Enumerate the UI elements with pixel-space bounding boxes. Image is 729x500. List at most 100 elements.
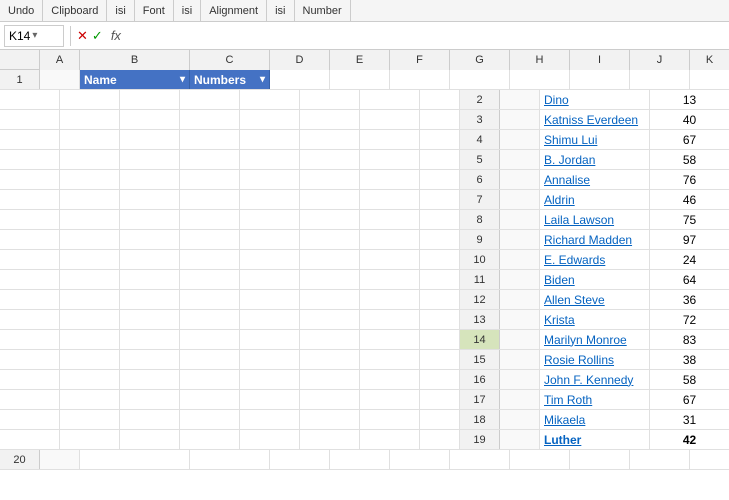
cell-a17[interactable] <box>500 390 540 409</box>
row-header-12[interactable]: 12 <box>460 290 500 309</box>
cell-e6[interactable] <box>60 170 120 189</box>
cell-e3[interactable] <box>60 110 120 129</box>
cell-e12[interactable] <box>60 290 120 309</box>
cell-d14[interactable] <box>0 330 60 349</box>
cell-k19[interactable] <box>420 430 460 449</box>
cell-d2[interactable] <box>0 90 60 109</box>
col-header-j[interactable]: J <box>630 50 690 70</box>
cell-f1[interactable] <box>390 70 450 89</box>
cell-k14[interactable] <box>420 330 460 349</box>
cell-g10[interactable] <box>180 250 240 269</box>
cell-c20[interactable] <box>190 450 270 469</box>
cell-j19[interactable] <box>360 430 420 449</box>
cell-j11[interactable] <box>360 270 420 289</box>
cell-f4[interactable] <box>120 130 180 149</box>
cell-i12[interactable] <box>300 290 360 309</box>
col-header-b[interactable]: B <box>80 50 190 70</box>
cell-k11[interactable] <box>420 270 460 289</box>
cell-c18[interactable]: 31 <box>650 410 729 429</box>
cell-h16[interactable] <box>240 370 300 389</box>
cell-c11[interactable]: 64 <box>650 270 729 289</box>
cell-i1[interactable] <box>570 70 630 89</box>
row-header-9[interactable]: 9 <box>460 230 500 249</box>
cell-f7[interactable] <box>120 190 180 209</box>
cell-c13[interactable]: 72 <box>650 310 729 329</box>
cell-a2[interactable] <box>500 90 540 109</box>
cell-h4[interactable] <box>240 130 300 149</box>
cell-a20[interactable] <box>40 450 80 469</box>
cell-g1[interactable] <box>450 70 510 89</box>
cell-c15[interactable]: 38 <box>650 350 729 369</box>
cell-c1-header[interactable]: Numbers ▾ <box>190 70 270 89</box>
cell-h10[interactable] <box>240 250 300 269</box>
cell-reference-box[interactable]: K14 ▾ <box>4 25 64 47</box>
cell-j5[interactable] <box>360 150 420 169</box>
cell-b4[interactable]: Shimu Lui <box>540 130 650 149</box>
cell-f8[interactable] <box>120 210 180 229</box>
cell-a18[interactable] <box>500 410 540 429</box>
cell-b1-header[interactable]: Name ▾ <box>80 70 190 89</box>
cell-g2[interactable] <box>180 90 240 109</box>
cell-c16[interactable]: 58 <box>650 370 729 389</box>
toolbar-number[interactable]: Number <box>295 0 351 21</box>
cell-e4[interactable] <box>60 130 120 149</box>
row-header-15[interactable]: 15 <box>460 350 500 369</box>
cell-e1[interactable] <box>330 70 390 89</box>
cell-h11[interactable] <box>240 270 300 289</box>
cell-d5[interactable] <box>0 150 60 169</box>
cell-h14[interactable] <box>240 330 300 349</box>
cell-j4[interactable] <box>360 130 420 149</box>
cell-i18[interactable] <box>300 410 360 429</box>
cell-k3[interactable] <box>420 110 460 129</box>
col-header-c[interactable]: C <box>190 50 270 70</box>
cell-k17[interactable] <box>420 390 460 409</box>
cell-a15[interactable] <box>500 350 540 369</box>
cell-b14[interactable]: Marilyn Monroe <box>540 330 650 349</box>
col-header-e[interactable]: E <box>330 50 390 70</box>
toolbar-font[interactable]: Font <box>135 0 174 21</box>
cell-a14[interactable] <box>500 330 540 349</box>
cell-d7[interactable] <box>0 190 60 209</box>
cell-g3[interactable] <box>180 110 240 129</box>
cell-f14[interactable] <box>120 330 180 349</box>
cell-d1[interactable] <box>270 70 330 89</box>
cell-e18[interactable] <box>60 410 120 429</box>
cell-g5[interactable] <box>180 150 240 169</box>
cell-k7[interactable] <box>420 190 460 209</box>
cell-h5[interactable] <box>240 150 300 169</box>
cell-d9[interactable] <box>0 230 60 249</box>
cell-k2[interactable] <box>420 90 460 109</box>
cell-c2[interactable]: 13 <box>650 90 729 109</box>
row-header-1[interactable]: 1 <box>0 70 40 89</box>
cell-c14[interactable]: 83 <box>650 330 729 349</box>
cell-b11[interactable]: Biden <box>540 270 650 289</box>
cell-e15[interactable] <box>60 350 120 369</box>
cell-e16[interactable] <box>60 370 120 389</box>
cell-k6[interactable] <box>420 170 460 189</box>
cell-d11[interactable] <box>0 270 60 289</box>
cell-i7[interactable] <box>300 190 360 209</box>
cell-a7[interactable] <box>500 190 540 209</box>
cell-h7[interactable] <box>240 190 300 209</box>
confirm-formula-icon[interactable]: ✓ <box>92 28 103 44</box>
cell-j9[interactable] <box>360 230 420 249</box>
cell-h20[interactable] <box>510 450 570 469</box>
row-header-6[interactable]: 6 <box>460 170 500 189</box>
cell-k4[interactable] <box>420 130 460 149</box>
cell-g18[interactable] <box>180 410 240 429</box>
col-header-a[interactable]: A <box>40 50 80 70</box>
cell-d17[interactable] <box>0 390 60 409</box>
cell-h6[interactable] <box>240 170 300 189</box>
cell-f11[interactable] <box>120 270 180 289</box>
cell-j7[interactable] <box>360 190 420 209</box>
cell-f13[interactable] <box>120 310 180 329</box>
row-header-4[interactable]: 4 <box>460 130 500 149</box>
cell-a12[interactable] <box>500 290 540 309</box>
cell-h12[interactable] <box>240 290 300 309</box>
cell-g20[interactable] <box>450 450 510 469</box>
cell-d15[interactable] <box>0 350 60 369</box>
row-header-20[interactable]: 20 <box>0 450 40 469</box>
cell-k12[interactable] <box>420 290 460 309</box>
cell-a6[interactable] <box>500 170 540 189</box>
cell-c8[interactable]: 75 <box>650 210 729 229</box>
